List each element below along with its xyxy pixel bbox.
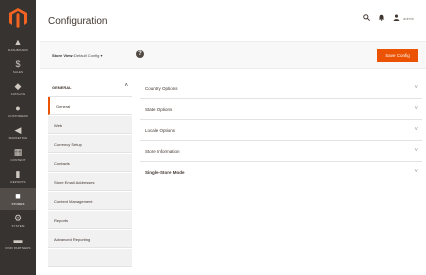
help-icon[interactable]: ? xyxy=(136,50,144,58)
nav-item-catalog[interactable]: ◆ CATALOG xyxy=(0,78,36,100)
section-title: Locale Options xyxy=(145,128,176,133)
user-icon xyxy=(393,14,400,23)
tab-label: Web xyxy=(54,123,63,128)
chevron-down-icon: ˅ xyxy=(414,148,418,154)
tab-general[interactable]: General xyxy=(48,97,132,115)
section-locale-options[interactable]: Locale Options ˅ xyxy=(140,120,422,141)
save-config-button[interactable]: Save Config xyxy=(377,49,418,62)
customers-icon: ● xyxy=(15,103,21,113)
nav-label: REPORTS xyxy=(10,180,26,184)
marketing-icon: ◀ xyxy=(14,125,22,135)
nav-label: STORES xyxy=(11,202,25,206)
content-icon: ▦ xyxy=(13,147,23,157)
chevron-down-icon: ˅ xyxy=(414,106,418,112)
tab-item[interactable] xyxy=(48,249,132,267)
nav-label: CUSTOMERS xyxy=(7,114,28,118)
tab-group-title: GENERAL xyxy=(52,85,72,90)
tab-web[interactable]: Web xyxy=(48,116,132,134)
chevron-down-icon: ▾ xyxy=(100,53,103,58)
header-actions: admin xyxy=(363,14,414,23)
nav-label: CONTENT xyxy=(10,158,26,162)
section-state-options[interactable]: State Options ˅ xyxy=(140,99,422,120)
tab-label: Contacts xyxy=(54,161,70,166)
nav-item-sales[interactable]: $ SALES xyxy=(0,56,36,78)
store-view-selected: Default Config xyxy=(74,53,100,58)
section-title: Country Options xyxy=(145,86,178,91)
chevron-up-icon: ˄ xyxy=(124,83,128,89)
section-title: Single-Store Mode xyxy=(145,170,185,175)
search-icon[interactable] xyxy=(363,14,371,23)
tab-label: Currency Setup xyxy=(54,142,82,147)
section-single-store-mode[interactable]: Single-Store Mode ˅ xyxy=(140,162,422,182)
tab-reports[interactable]: Reports xyxy=(48,211,132,229)
tab-store-email-addresses[interactable]: Store Email Addresses xyxy=(48,173,132,191)
catalog-icon: ◆ xyxy=(14,81,22,91)
nav-label: SALES xyxy=(12,70,24,74)
section-title: Store Information xyxy=(145,149,180,154)
nav-label: CATALOG xyxy=(10,92,26,96)
nav-label: DASHBOARD xyxy=(8,48,28,52)
store-view-switcher[interactable]: Default Config ▾ xyxy=(74,53,103,58)
user-menu[interactable]: admin xyxy=(393,14,414,23)
dashboard-icon: ▲ xyxy=(13,37,23,47)
notifications-bell-icon[interactable] xyxy=(378,14,385,23)
tab-label: Reports xyxy=(54,218,69,223)
tab-content-management[interactable]: Content Management xyxy=(48,192,132,210)
nav-label: SYSTEM xyxy=(11,224,25,228)
reports-icon: ▮ xyxy=(15,169,21,179)
nav-label: MARKETING xyxy=(8,136,28,140)
extensions-icon: ▬ xyxy=(13,235,23,245)
nav-item-system[interactable]: ⚙ SYSTEM xyxy=(0,210,36,232)
user-name: admin xyxy=(403,16,414,21)
magento-logo-icon xyxy=(9,8,27,28)
page-title: Configuration xyxy=(48,16,108,27)
nav-item-reports[interactable]: ▮ REPORTS xyxy=(0,166,36,188)
tab-label: Store Email Addresses xyxy=(54,180,95,185)
store-view-label: Store View: xyxy=(52,53,74,58)
system-icon: ⚙ xyxy=(13,213,23,223)
tab-label: General xyxy=(56,104,71,109)
section-title: State Options xyxy=(145,107,173,112)
nav-item-find-partners[interactable]: ▬ FIND PARTNERS xyxy=(0,232,36,254)
chevron-down-icon: ˅ xyxy=(414,85,418,91)
nav-item-marketing[interactable]: ◀ MARKETING xyxy=(0,122,36,144)
config-tabs: GENERAL ˄ General Web Currency Setup Con… xyxy=(48,78,132,275)
nav-item-stores[interactable]: ■ STORES xyxy=(0,188,36,210)
section-store-information[interactable]: Store Information ˅ xyxy=(140,141,422,162)
sales-icon: $ xyxy=(15,59,21,69)
chevron-down-icon: ˅ xyxy=(414,127,418,133)
magento-logo[interactable] xyxy=(8,8,28,28)
tab-currency-setup[interactable]: Currency Setup xyxy=(48,135,132,153)
tab-group-general[interactable]: GENERAL ˄ xyxy=(48,78,132,97)
admin-sidebar: ▲ DASHBOARD $ SALES ◆ CATALOG ● CUSTOMER… xyxy=(0,0,36,275)
stores-icon: ■ xyxy=(15,191,21,201)
tab-contacts[interactable]: Contacts xyxy=(48,154,132,172)
tab-advanced-reporting[interactable]: Advanced Reporting xyxy=(48,230,132,248)
nav-label: FIND PARTNERS xyxy=(5,246,31,250)
nav-item-content[interactable]: ▦ CONTENT xyxy=(0,144,36,166)
chevron-down-icon: ˅ xyxy=(414,169,418,175)
tab-label: Content Management xyxy=(54,199,93,204)
nav-item-customers[interactable]: ● CUSTOMERS xyxy=(0,100,36,122)
section-country-options[interactable]: Country Options ˅ xyxy=(140,78,422,99)
tab-label: Advanced Reporting xyxy=(54,237,91,242)
store-view-scope-bar: Store View: Default Config ▾ ? Save Conf… xyxy=(40,41,426,69)
nav-item-dashboard[interactable]: ▲ DASHBOARD xyxy=(0,34,36,56)
